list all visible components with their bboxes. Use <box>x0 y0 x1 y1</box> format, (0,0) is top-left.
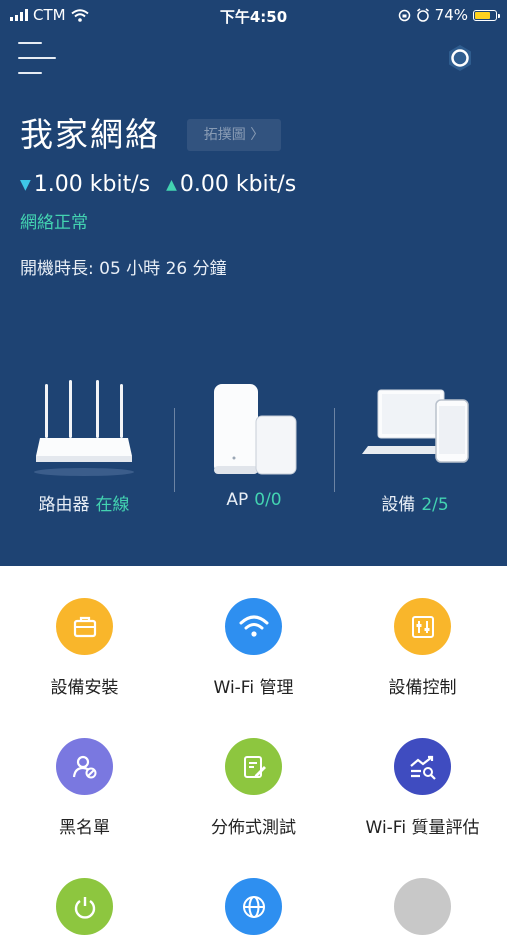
traffic-speeds: ▼ 1.00 kbit/s ▲ 0.00 kbit/s <box>20 172 296 197</box>
clients-device[interactable]: 設備 2/5 <box>360 380 470 515</box>
battery-icon <box>473 9 500 21</box>
router-label: 路由器 在線 <box>38 495 130 515</box>
page-title: 我家網絡 <box>20 115 160 154</box>
device-control-tile[interactable]: 設備控制 <box>338 598 507 698</box>
clients-label: 設備 2/5 <box>381 495 449 515</box>
alarm-icon <box>416 8 429 22</box>
topology-button[interactable]: 拓撲圖 〉 <box>187 119 281 151</box>
divider <box>174 408 175 492</box>
feature-tile-9[interactable] <box>338 878 507 935</box>
access-point-icon <box>214 384 297 475</box>
network-overview-panel: CTM 下午4:50 74% 我家網絡 拓撲圖 〉 ▼ 1.00 kbit/s … <box>0 0 507 566</box>
distributed-test-tile[interactable]: 分佈式測試 <box>169 738 338 838</box>
network-status: 網絡正常 <box>20 213 88 233</box>
download-speed: 1.00 kbit/s <box>33 172 151 197</box>
tile-label: Wi-Fi 管理 <box>213 678 294 698</box>
blacklist-tile[interactable]: 黑名單 <box>0 738 169 838</box>
user-block-icon <box>56 738 113 795</box>
more-icon <box>394 878 451 935</box>
router-icon <box>34 380 134 476</box>
uptime-text: 開機時長: 05 小時 26 分鐘 <box>20 259 227 279</box>
feature-tile-8[interactable] <box>169 878 338 935</box>
menu-button[interactable] <box>18 40 56 78</box>
router-device[interactable]: 路由器 在線 <box>20 380 148 515</box>
status-bar: CTM 下午4:50 74% <box>0 0 507 32</box>
power-icon <box>56 878 113 935</box>
feature-tile-7[interactable] <box>0 878 169 935</box>
chart-search-icon <box>394 738 451 795</box>
battery-percent: 74% <box>434 6 468 24</box>
download-arrow-icon: ▼ <box>20 176 31 193</box>
orientation-lock-icon <box>398 9 410 21</box>
edit-doc-icon <box>225 738 282 795</box>
tile-label: 分佈式測試 <box>211 818 296 838</box>
tile-label: Wi-Fi 質量評估 <box>365 818 480 838</box>
wifi-icon <box>225 598 282 655</box>
laptop-phone-icon <box>362 389 469 463</box>
tile-label: 設備控制 <box>388 678 457 698</box>
upload-speed: 0.00 kbit/s <box>179 172 297 197</box>
tile-label: 設備安裝 <box>50 678 119 698</box>
wifi-quality-tile[interactable]: Wi-Fi 質量評估 <box>338 738 507 838</box>
divider <box>334 408 335 492</box>
upload-arrow-icon: ▲ <box>166 176 177 193</box>
wifi-management-tile[interactable]: Wi-Fi 管理 <box>169 598 338 698</box>
ap-device[interactable]: AP 0/0 <box>200 380 308 510</box>
sliders-icon <box>394 598 451 655</box>
settings-hexagon-icon[interactable] <box>444 42 476 74</box>
toolbox-icon <box>56 598 113 655</box>
device-install-tile[interactable]: 設備安裝 <box>0 598 169 698</box>
globe-icon <box>225 878 282 935</box>
tile-label: 黑名單 <box>59 818 110 838</box>
ap-label: AP 0/0 <box>226 490 282 510</box>
